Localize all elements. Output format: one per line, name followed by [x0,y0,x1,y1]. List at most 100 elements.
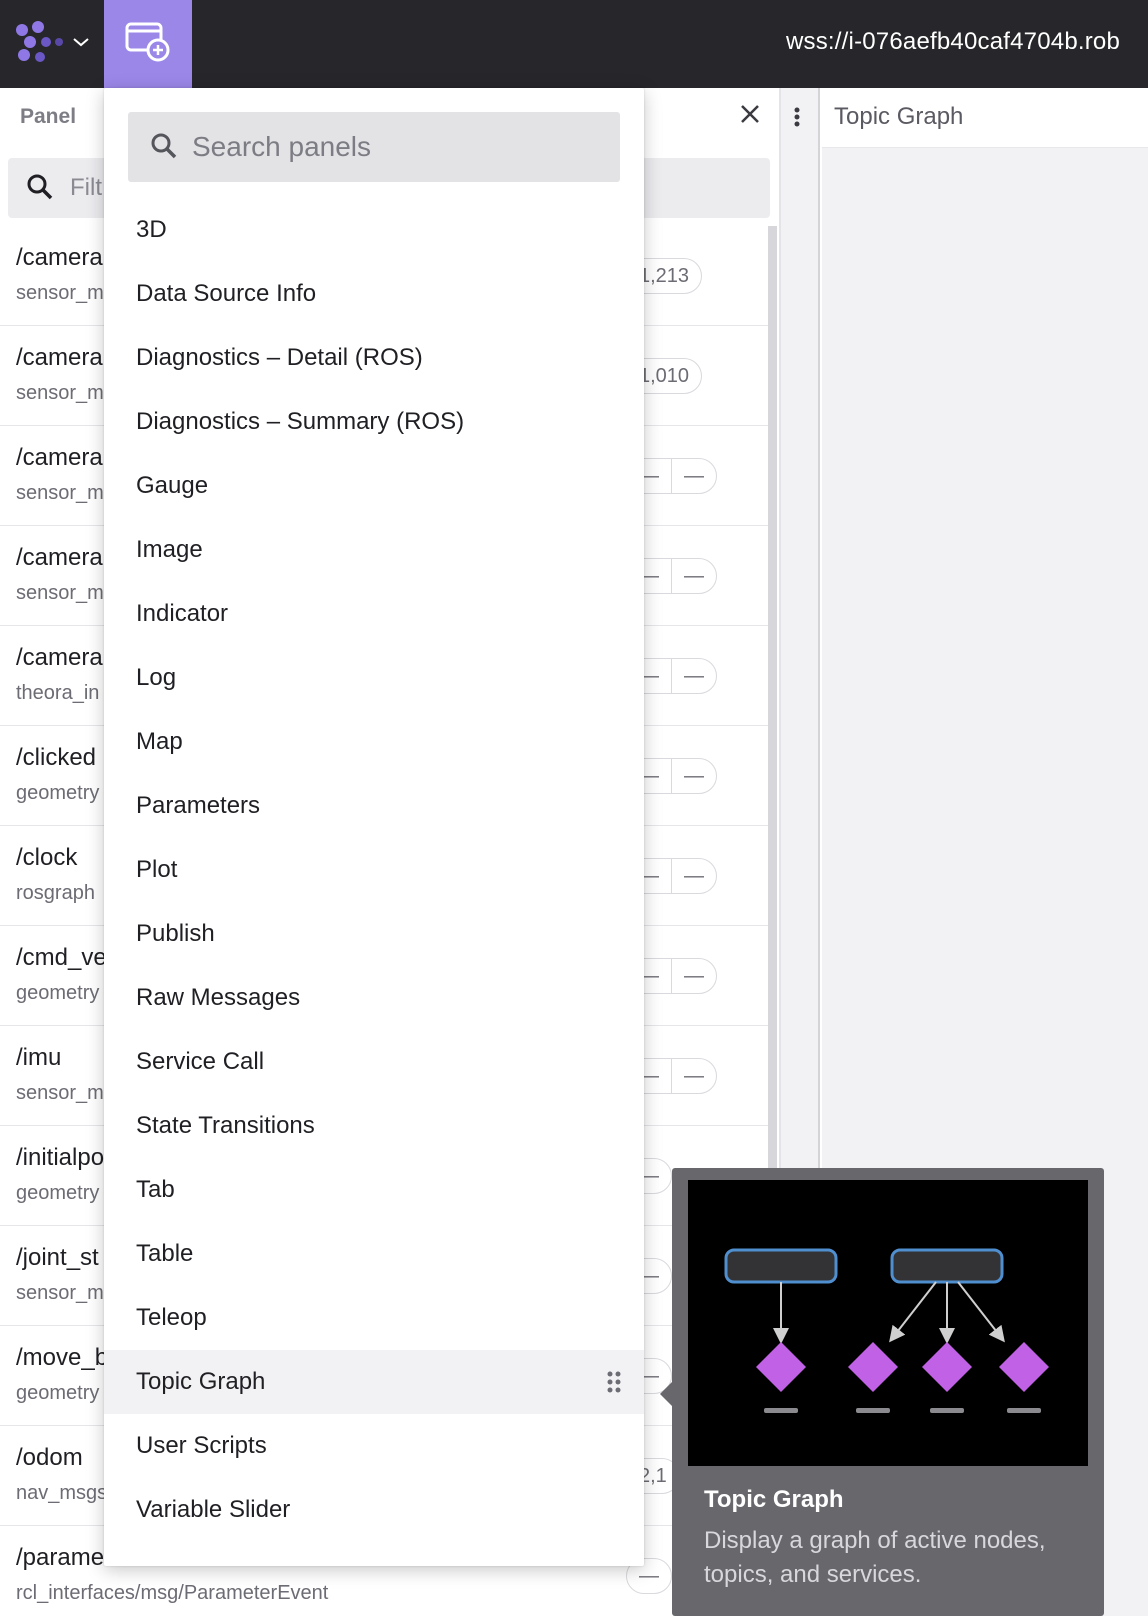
panel-menu-item[interactable]: Indicator [104,582,644,646]
topic-type: geometry [16,1382,100,1404]
panel-menu-item[interactable]: State Transitions [104,1094,644,1158]
panel-menu-item-label: Indicator [136,600,229,627]
drag-handle-icon[interactable] [606,1370,622,1401]
panel-menu-item-label: Publish [136,920,215,947]
topic-name: /imu [16,1044,62,1071]
panel-menu-item[interactable]: Plot [104,838,644,902]
panel-toolbar: Topic Graph [822,88,1148,148]
panel-menu-item[interactable]: 3D [104,198,644,262]
panel-menu-item[interactable]: Map [104,710,644,774]
panel-menu-item-label: User Scripts [136,1432,267,1459]
topic-stat-value: — [684,1065,704,1087]
topic-name: /move_b [16,1344,109,1371]
panel-menu-item[interactable]: Gauge [104,454,644,518]
panel-menu-item-label: State Transitions [136,1112,315,1139]
connection-url[interactable]: wss://i-076aefb40caf4704b.rob [786,28,1120,56]
topic-name: /initialpo [16,1144,105,1171]
topic-name: /camera [16,244,103,271]
panel-menu-item-label: Map [136,728,183,755]
panel-menu-item-label: Table [136,1240,194,1267]
topic-stat-value: — [684,565,704,587]
panel-search-field[interactable] [128,112,620,182]
panel-menu-item-label: Diagnostics – Detail (ROS) [136,344,423,371]
topic-stat-value: — [684,865,704,887]
tooltip-description: Display a graph of active nodes, topics,… [704,1527,1046,1588]
panel-menu-item[interactable]: Topic Graph [104,1350,644,1414]
close-icon [739,103,761,130]
app-logo-icon [14,19,64,70]
topic-type: sensor_m [16,382,104,404]
chevron-down-icon [72,35,90,53]
topic-name: /odom [16,1444,83,1471]
panel-menu-item[interactable]: Log [104,646,644,710]
panel-menu-item[interactable]: Image [104,518,644,582]
topic-type: sensor_m [16,482,104,504]
panel-menu-item-label: 3D [136,216,167,243]
panel-menu-item-label: Data Source Info [136,280,317,307]
add-panel-icon [125,21,171,68]
panel-menu-item[interactable]: Diagnostics – Summary (ROS) [104,390,644,454]
topic-type: sensor_m [16,282,104,304]
panel-menu-item-label: Gauge [136,472,209,499]
topic-type: theora_in [16,682,100,704]
topic-type: rosgraph [16,882,95,904]
panel-menu-item[interactable]: Data Source Info [104,262,644,326]
tooltip-arrow [660,1382,672,1406]
panel-menu-item[interactable]: Service Call [104,1030,644,1094]
panel-menu-item-label: Tab [136,1176,175,1203]
topic-stat-value: — [684,465,704,487]
panel-search-input[interactable] [192,120,602,174]
panel-menu-item[interactable]: Publish [104,902,644,966]
panel-menu-item-label: Topic Graph [136,1368,266,1395]
topic-type: geometry [16,982,100,1004]
panel-menu-item[interactable]: Tab [104,1158,644,1222]
panel-menu-item[interactable]: Parameters [104,774,644,838]
search-icon [150,132,178,165]
panel-menu-item-label: Parameters [136,792,261,819]
tooltip-title: Topic Graph [704,1486,844,1513]
app-menu-button[interactable] [0,0,104,88]
topic-type: sensor_m [16,1082,104,1104]
panel-menu-item-label: Log [136,664,177,691]
panel-menu-item-label: Service Call [136,1048,265,1075]
topic-name: /camera [16,544,103,571]
topic-name: /camera [16,344,103,371]
topic-name: /camera [16,644,103,671]
topic-type: sensor_m [16,582,104,604]
panel-menu-item[interactable]: Variable Slider [104,1478,644,1542]
topic-name: /cmd_ve [16,944,107,971]
topic-type: rcl_interfaces/msg/ParameterEvent [16,1582,329,1604]
panel-menu-item[interactable]: Raw Messages [104,966,644,1030]
add-panel-button[interactable] [104,0,192,88]
top-bar: wss://i-076aefb40caf4704b.rob [0,0,1148,88]
topic-type: geometry [16,782,100,804]
panel-menu-item-label: Diagnostics – Summary (ROS) [136,408,465,435]
panel-menu-item-label: Image [136,536,203,563]
topic-name: /camera [16,444,103,471]
filter-placeholder: Filt [70,174,102,201]
topic-stat-value: — [684,965,704,987]
panel-menu-item[interactable]: Teleop [104,1286,644,1350]
topic-stat-value: — [684,765,704,787]
topic-stat-value: — [684,665,704,687]
topic-name: /joint_st [16,1244,99,1271]
panel-menu-item[interactable]: Table [104,1222,644,1286]
panel-menu-item-label: Teleop [136,1304,207,1331]
panel-title: Topic Graph [834,103,964,130]
sidebar-title: Panel [20,105,77,128]
panel-menu-item-label: Variable Slider [136,1496,291,1523]
topic-name: /clicked [16,744,97,771]
topic-name: /clock [16,844,78,871]
panel-menu-item-label: Raw Messages [136,984,301,1011]
topic-graph-preview-image [688,1180,1088,1466]
panel-menu-item[interactable]: Diagnostics – Detail (ROS) [104,326,644,390]
topic-type: nav_msgs [16,1482,108,1504]
panel-menu-item-label: Plot [136,856,178,883]
topic-type: geometry [16,1182,100,1204]
close-sidebar-button[interactable] [734,100,766,132]
topic-name: /parame [16,1544,105,1571]
panel-menu-item[interactable]: User Scripts [104,1414,644,1478]
add-panel-menu: 3D Data Source Info Diagnostics – Detail (… [104,88,644,1566]
more-vertical-icon[interactable] [793,106,801,133]
topic-type: sensor_m [16,1282,104,1304]
